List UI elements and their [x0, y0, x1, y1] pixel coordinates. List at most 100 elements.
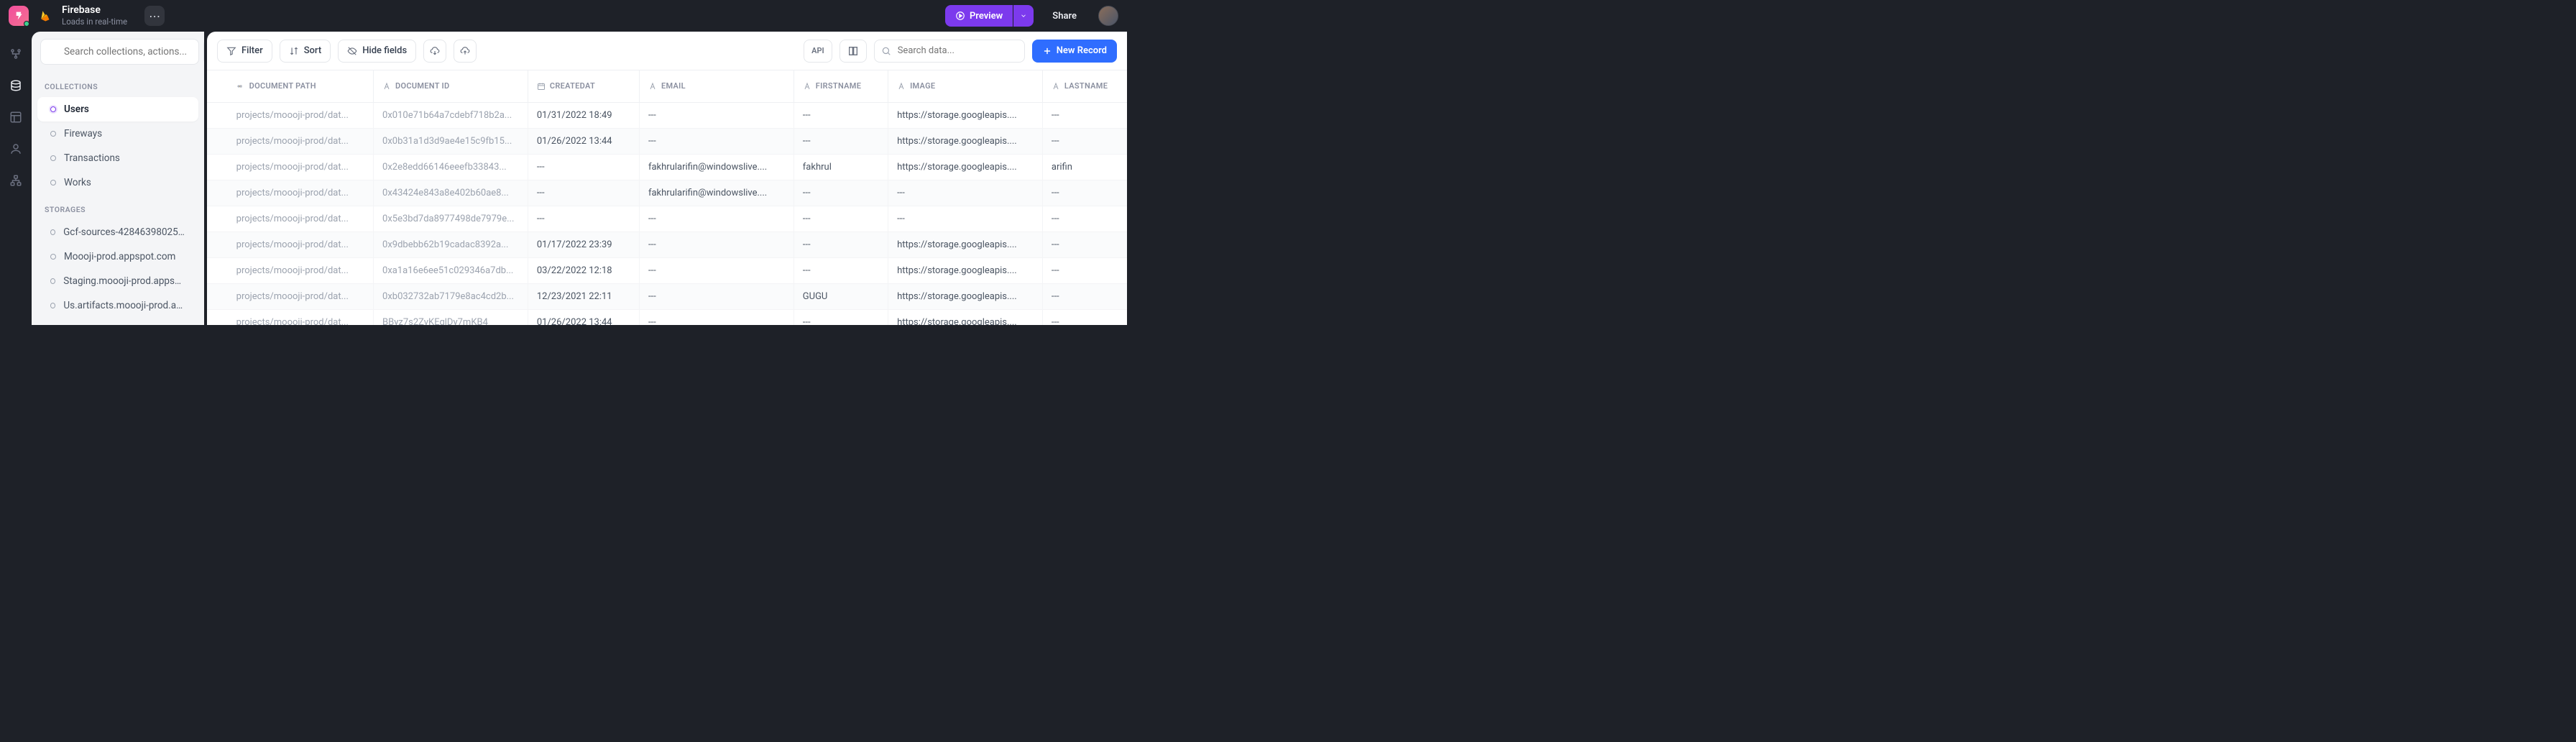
table-cell[interactable]: --- [1042, 206, 1127, 232]
sidebar-item-storage[interactable]: Staging.moooji-prod.appspot.c... [37, 269, 198, 293]
table-cell[interactable]: https://storage.googleapis.... [888, 154, 1043, 180]
table-row[interactable]: projects/moooji-prod/dat...0xa1a16e6ee51… [207, 257, 1127, 283]
table-row[interactable]: projects/moooji-prod/dat...0x2e8edd66146… [207, 154, 1127, 180]
sidebar-search-input[interactable] [40, 39, 199, 65]
table-cell[interactable]: https://storage.googleapis.... [888, 102, 1043, 128]
column-header[interactable]: IMAGE [888, 70, 1043, 102]
table-cell[interactable]: --- [528, 180, 639, 206]
table-cell[interactable]: --- [888, 206, 1043, 232]
table-cell[interactable]: GUGU [794, 283, 888, 309]
table-cell[interactable]: projects/moooji-prod/dat... [228, 154, 374, 180]
table-cell[interactable]: --- [794, 102, 888, 128]
table-cell[interactable]: 0xa1a16e6ee51c029346a7db... [374, 257, 528, 283]
sidebar-item-works[interactable]: Works [37, 170, 198, 195]
table-cell[interactable]: --- [794, 180, 888, 206]
table-cell[interactable]: projects/moooji-prod/dat... [228, 128, 374, 154]
table-row[interactable]: projects/moooji-prod/dat...0x5e3bd7da897… [207, 206, 1127, 232]
column-header[interactable]: FIRSTNAME [794, 70, 888, 102]
table-cell[interactable]: --- [528, 154, 639, 180]
table-cell[interactable]: https://storage.googleapis.... [888, 257, 1043, 283]
table-cell[interactable]: 01/31/2022 18:49 [528, 102, 639, 128]
column-header[interactable]: LASTNAME [1042, 70, 1127, 102]
table-cell[interactable]: projects/moooji-prod/dat... [228, 257, 374, 283]
table-row[interactable]: projects/moooji-prod/dat...0x9dbebb62b19… [207, 232, 1127, 257]
docs-button[interactable] [840, 40, 867, 63]
sidebar-collapse-button[interactable] [203, 39, 204, 65]
table-row[interactable]: projects/moooji-prod/dat...0x0b31a1d3d9a… [207, 128, 1127, 154]
table-cell[interactable]: --- [639, 232, 794, 257]
nav-database-icon[interactable] [8, 78, 24, 93]
filter-button[interactable]: Filter [217, 40, 272, 63]
table-cell[interactable]: 0xb032732ab7179e8ac4cd2b... [374, 283, 528, 309]
sidebar-item-users[interactable]: Users [37, 97, 198, 122]
table-cell[interactable]: https://storage.googleapis.... [888, 309, 1043, 325]
table-cell[interactable]: --- [794, 232, 888, 257]
share-button[interactable]: Share [1041, 5, 1088, 27]
table-row[interactable]: projects/moooji-prod/dat...0xb032732ab71… [207, 283, 1127, 309]
table-search-input[interactable] [874, 40, 1025, 63]
table-cell[interactable]: 0x010e71b64a7cdebf718b2a... [374, 102, 528, 128]
column-header[interactable]: CREATEDAT [528, 70, 639, 102]
table-cell[interactable]: --- [639, 309, 794, 325]
table-cell[interactable]: projects/moooji-prod/dat... [228, 309, 374, 325]
nav-connections-icon[interactable] [8, 46, 24, 62]
download-button[interactable] [423, 40, 446, 63]
table-cell[interactable]: --- [1042, 128, 1127, 154]
table-cell[interactable]: https://storage.googleapis.... [888, 232, 1043, 257]
table-cell[interactable]: 0x43424e843a8e402b60ae8... [374, 180, 528, 206]
table-row[interactable]: projects/moooji-prod/dat...0x43424e843a8… [207, 180, 1127, 206]
nav-tree-icon[interactable] [8, 173, 24, 188]
table-cell[interactable]: projects/moooji-prod/dat... [228, 102, 374, 128]
table-cell[interactable]: https://storage.googleapis.... [888, 283, 1043, 309]
table-cell[interactable]: 0x0b31a1d3d9ae4e15c9fb15... [374, 128, 528, 154]
table-cell[interactable]: --- [1042, 232, 1127, 257]
app-menu-button[interactable]: ⋯ [144, 6, 165, 26]
preview-dropdown[interactable] [1013, 5, 1034, 27]
table-cell[interactable]: --- [794, 128, 888, 154]
column-header[interactable]: DOCUMENT ID [374, 70, 528, 102]
table-cell[interactable]: 12/23/2021 22:11 [528, 283, 639, 309]
table-cell[interactable]: --- [888, 180, 1043, 206]
table-cell[interactable]: BByz7s2ZvKEglDy7mKB4 [374, 309, 528, 325]
table-cell[interactable]: --- [1042, 309, 1127, 325]
table-cell[interactable]: --- [794, 309, 888, 325]
sidebar-item-transactions[interactable]: Transactions [37, 146, 198, 170]
table-cell[interactable]: --- [528, 206, 639, 232]
sidebar-item-storage[interactable]: Moooji-prod.appspot.com [37, 244, 198, 269]
sidebar-item-storage[interactable]: Gcf-sources-428463980258-us-... [37, 220, 198, 244]
column-header[interactable]: DOCUMENT PATH [228, 70, 374, 102]
user-avatar[interactable] [1098, 6, 1118, 26]
table-cell[interactable]: --- [639, 128, 794, 154]
table-cell[interactable]: fakhrularifin@windowslive.... [639, 154, 794, 180]
table-cell[interactable]: --- [639, 257, 794, 283]
table-cell[interactable]: --- [639, 283, 794, 309]
table-cell[interactable]: --- [639, 102, 794, 128]
new-record-button[interactable]: New Record [1032, 40, 1117, 63]
hide-fields-button[interactable]: Hide fields [338, 40, 416, 63]
table-cell[interactable]: arifin [1042, 154, 1127, 180]
table-cell[interactable]: 03/22/2022 12:18 [528, 257, 639, 283]
table-cell[interactable]: --- [1042, 180, 1127, 206]
nav-users-icon[interactable] [8, 141, 24, 157]
table-cell[interactable]: projects/moooji-prod/dat... [228, 206, 374, 232]
table-cell[interactable]: 01/26/2022 13:44 [528, 128, 639, 154]
table-row[interactable]: projects/moooji-prod/dat...BByz7s2ZvKEgl… [207, 309, 1127, 325]
table-cell[interactable]: projects/moooji-prod/dat... [228, 180, 374, 206]
table-cell[interactable]: --- [1042, 257, 1127, 283]
table-cell[interactable]: 0x9dbebb62b19cadac8392a... [374, 232, 528, 257]
table-cell[interactable]: --- [794, 206, 888, 232]
table-cell[interactable]: fakhrul [794, 154, 888, 180]
table-cell[interactable]: projects/moooji-prod/dat... [228, 232, 374, 257]
table-cell[interactable]: --- [1042, 102, 1127, 128]
column-header[interactable]: EMAIL [639, 70, 794, 102]
sidebar-item-storage[interactable]: Us.artifacts.moooji-prod.apps... [37, 293, 198, 318]
nav-layout-icon[interactable] [8, 109, 24, 125]
table-cell[interactable]: --- [794, 257, 888, 283]
table-cell[interactable]: fakhrularifin@windowslive.... [639, 180, 794, 206]
table-cell[interactable]: --- [639, 206, 794, 232]
table-cell[interactable]: --- [1042, 283, 1127, 309]
sort-button[interactable]: Sort [280, 40, 331, 63]
table-cell[interactable]: 0x2e8edd66146eeefb33843... [374, 154, 528, 180]
table-cell[interactable]: projects/moooji-prod/dat... [228, 283, 374, 309]
api-button[interactable]: API [804, 40, 832, 63]
